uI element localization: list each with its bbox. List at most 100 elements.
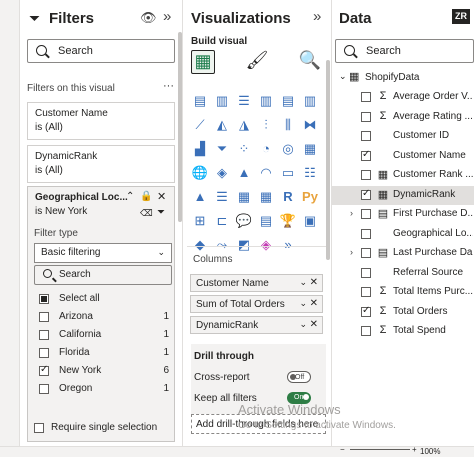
well-dynamicrank[interactable]: DynamicRank ⌄ ✕ — [190, 316, 323, 334]
checkbox[interactable] — [39, 312, 49, 322]
filter-card-customer-name[interactable]: Customer Name is (All) — [27, 102, 175, 140]
checkbox[interactable] — [39, 348, 49, 358]
cross-report-toggle[interactable]: Off — [287, 371, 311, 383]
qa-icon[interactable]: 💬 — [235, 212, 253, 230]
lock-icon[interactable]: 🔒 — [140, 190, 152, 204]
checkbox[interactable] — [361, 287, 371, 297]
filter-item-florida[interactable]: Florida 1 — [39, 346, 169, 364]
donut-icon[interactable]: ◎ — [279, 140, 297, 158]
filter-card-dynamicrank[interactable]: DynamicRank is (All) — [27, 145, 175, 183]
goals-icon[interactable]: 🏆 — [279, 212, 297, 230]
checkbox[interactable] — [34, 423, 44, 433]
matrix-icon[interactable]: ▦ — [257, 188, 275, 206]
field-item[interactable]: Customer Name — [332, 147, 474, 166]
custom-visual-2-icon[interactable]: ◈ — [257, 236, 275, 254]
zoom-in-icon[interactable]: + — [412, 445, 417, 454]
field-item[interactable]: Σ Total Items Purc... — [332, 283, 474, 302]
require-single-selection[interactable]: Require single selection — [34, 421, 174, 439]
filter-item-new-york[interactable]: New York 6 — [39, 364, 169, 382]
clear-filter-icon[interactable]: ⌫ — [140, 206, 153, 220]
waterfall-icon[interactable]: ▟ — [191, 140, 209, 158]
collapse-filters-icon[interactable]: » — [163, 8, 171, 25]
left-collapse-strip[interactable] — [0, 0, 20, 446]
checkbox[interactable] — [39, 294, 49, 304]
filter-values-search[interactable]: Search — [34, 265, 172, 285]
table-visual-icon[interactable]: ▦ — [191, 50, 215, 74]
arrow-visual-icon[interactable]: » — [279, 236, 297, 254]
analytics-icon[interactable]: 🔍 — [298, 50, 322, 74]
checkbox[interactable] — [39, 384, 49, 394]
filters-search-input[interactable]: Search — [27, 39, 175, 63]
stacked-column-icon[interactable]: ▥ — [213, 92, 231, 110]
field-item[interactable]: Σ Average Order V... — [332, 88, 474, 107]
chevron-right-icon[interactable]: › — [350, 208, 353, 218]
checkbox[interactable] — [361, 131, 371, 141]
filter-icon[interactable]: ⏷ — [157, 206, 165, 220]
field-item[interactable]: › ▤ First Purchase D... — [332, 205, 474, 224]
remove-icon[interactable]: ✕ — [310, 319, 318, 330]
checkbox[interactable] — [361, 326, 371, 336]
narrative-icon[interactable]: ▤ — [257, 212, 275, 230]
clustered-bar-icon[interactable]: ☰ — [235, 92, 253, 110]
custom-visual-1-icon[interactable]: ◩ — [235, 236, 253, 254]
chevron-up-icon[interactable]: ⌃ — [126, 190, 134, 204]
more-options-icon[interactable]: ··· — [163, 80, 174, 92]
viz-scrollbar[interactable] — [326, 60, 330, 260]
filter-item-arizona[interactable]: Arizona 1 — [39, 310, 169, 328]
zoom-out-icon[interactable]: − — [340, 445, 345, 454]
stacked-area-icon[interactable]: ◮ — [235, 116, 253, 134]
chevron-down-icon[interactable]: ⌄ — [299, 277, 307, 288]
line-stacked-icon[interactable]: ⫼ — [279, 116, 297, 134]
checkbox[interactable] — [361, 111, 371, 122]
slicer-icon[interactable]: ☰ — [213, 188, 231, 206]
field-item[interactable]: Customer ID — [332, 127, 474, 146]
line-column-icon[interactable]: ⫶ — [257, 116, 275, 134]
checkbox[interactable] — [361, 248, 371, 258]
checkbox-checked[interactable] — [361, 149, 371, 161]
field-item[interactable]: Σ Total Spend — [332, 322, 474, 341]
checkbox[interactable] — [361, 170, 371, 180]
chevron-right-icon[interactable]: › — [350, 247, 353, 257]
filter-item-select-all[interactable]: Select all — [39, 292, 169, 310]
chevron-down-icon[interactable]: ⌄ — [339, 71, 347, 82]
100-bar-icon[interactable]: ▤ — [279, 92, 297, 110]
power-apps-icon[interactable]: ◆ — [191, 236, 209, 254]
remove-icon[interactable]: ✕ — [310, 298, 318, 309]
line-chart-icon[interactable]: ⟋ — [191, 116, 209, 134]
card-icon[interactable]: ▭ — [279, 164, 297, 182]
table-shopifydata[interactable]: ⌄ ▦ ShopifyData — [332, 69, 474, 88]
field-item[interactable]: Geographical Lo... — [332, 225, 474, 244]
multi-row-card-icon[interactable]: ☷ — [301, 164, 319, 182]
decomposition-tree-icon[interactable]: ⊏ — [213, 212, 231, 230]
filter-type-select[interactable]: Basic filtering ⌄ — [34, 243, 172, 263]
checkbox[interactable] — [361, 92, 371, 102]
field-item[interactable]: Σ Average Rating ... — [332, 108, 474, 127]
chevron-down-icon[interactable]: ⌄ — [299, 319, 307, 330]
treemap-icon[interactable]: ▦ — [301, 140, 319, 158]
clustered-column-icon[interactable]: ▥ — [257, 92, 275, 110]
kpi-icon[interactable]: ▲ — [191, 188, 209, 206]
eye-icon[interactable]: 👁 — [140, 10, 157, 26]
well-customer-name[interactable]: Customer Name ⌄ ✕ — [190, 274, 323, 292]
filters-scrollbar[interactable] — [178, 32, 182, 222]
format-visual-icon[interactable]: 🖌 — [245, 50, 269, 74]
checkbox-checked[interactable] — [361, 188, 371, 200]
table-icon[interactable]: ▦ — [235, 188, 253, 206]
pie-chart-icon[interactable]: ◔ — [257, 140, 275, 158]
filter-item-california[interactable]: California 1 — [39, 328, 169, 346]
close-icon[interactable]: ✕ — [157, 190, 166, 204]
checkbox[interactable] — [361, 209, 371, 219]
scatter-icon[interactable]: ⁘ — [235, 140, 253, 158]
ribbon-chart-icon[interactable]: ⧓ — [301, 116, 319, 134]
power-automate-icon[interactable]: ⤳ — [213, 236, 231, 254]
stacked-bar-icon[interactable]: ▤ — [191, 92, 209, 110]
map-icon[interactable]: 🌐 — [191, 164, 209, 182]
tab-build-visual[interactable]: Build visual — [191, 36, 247, 47]
zoom-slider[interactable] — [350, 449, 410, 450]
gauge-icon[interactable]: ◠ — [257, 164, 275, 182]
field-item[interactable]: ▦ Customer Rank ... — [332, 166, 474, 185]
checkbox[interactable] — [361, 267, 371, 278]
r-visual-icon[interactable]: R — [279, 188, 297, 206]
checkbox[interactable] — [39, 330, 49, 340]
key-influencers-icon[interactable]: ⊞ — [191, 212, 209, 230]
